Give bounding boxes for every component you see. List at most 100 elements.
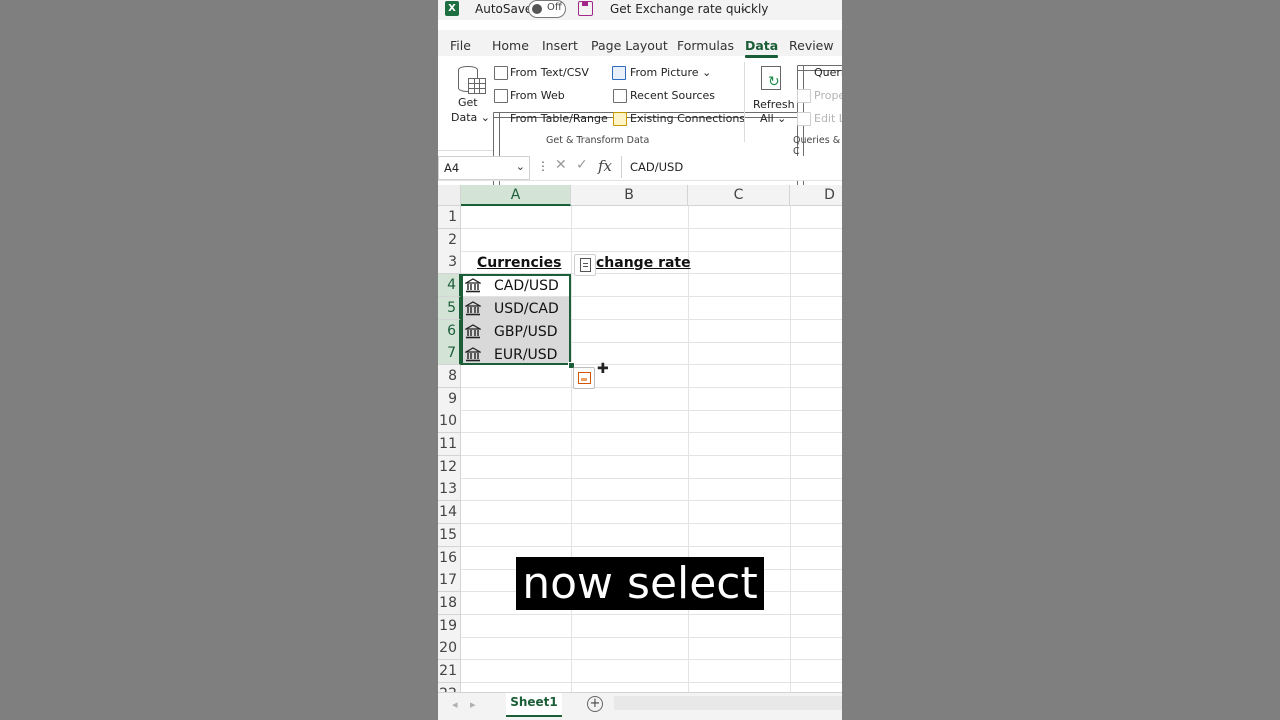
sheet-tab-bar: ◂ ▸ Sheet1 + xyxy=(438,692,842,720)
existing-connections-button[interactable]: Existing Connections xyxy=(630,112,745,125)
video-caption: now select xyxy=(516,557,764,610)
edit-links-icon xyxy=(797,112,811,126)
row-header[interactable]: 2 xyxy=(438,228,461,252)
row-header[interactable]: 13 xyxy=(438,478,461,502)
group-label-get-transform: Get & Transform Data xyxy=(546,135,650,146)
tab-data[interactable]: Data xyxy=(745,38,779,58)
row-gridline xyxy=(461,386,842,388)
queries-connections-button[interactable]: Queri xyxy=(814,66,842,79)
chevron-down-icon[interactable]: ⌄ xyxy=(516,160,525,173)
refresh-icon[interactable] xyxy=(761,66,781,90)
tab-insert[interactable]: Insert xyxy=(542,38,578,53)
properties-icon xyxy=(797,89,811,103)
row-header[interactable]: 1 xyxy=(438,206,461,229)
recent-sources-button[interactable]: Recent Sources xyxy=(630,89,715,102)
recent-sources-icon xyxy=(613,89,627,103)
column-header-a[interactable]: A xyxy=(461,185,571,206)
row-header[interactable]: 19 xyxy=(438,614,461,638)
prev-sheet-icon[interactable]: ◂ xyxy=(452,698,458,711)
cancel-icon[interactable]: ✕ xyxy=(555,157,567,173)
autosave-toggle[interactable]: Off xyxy=(528,0,566,18)
row-gridline xyxy=(461,477,842,479)
worksheet-grid[interactable]: A B C D 1 2 3 4 5 6 7 8 9 10 11 12 13 14 15 16 17 18 19 20 2… xyxy=(438,185,842,692)
row-header[interactable]: 12 xyxy=(438,455,461,479)
tab-page-layout[interactable]: Page Layout xyxy=(591,38,668,53)
row-header[interactable]: 15 xyxy=(438,523,461,547)
get-data-button[interactable]: Get xyxy=(458,96,478,109)
column-header-b[interactable]: B xyxy=(571,185,688,206)
add-sheet-icon[interactable]: + xyxy=(587,696,603,712)
row-header[interactable]: 17 xyxy=(438,569,461,593)
row-header[interactable]: 8 xyxy=(438,364,461,388)
existing-connections-icon xyxy=(613,112,627,126)
horizontal-scrollbar[interactable] xyxy=(614,696,842,710)
name-box[interactable]: A4 ⌄ xyxy=(438,156,530,180)
tab-review[interactable]: Review xyxy=(789,38,834,53)
formula-input[interactable]: CAD/USD xyxy=(621,156,842,178)
formula-bar: A4 ⌄ ⋮ ✕ ✓ fx CAD/USD xyxy=(438,156,842,181)
row-gridline xyxy=(461,659,842,661)
row-header[interactable]: 22 xyxy=(438,682,461,692)
get-data-dropdown[interactable]: Data ⌄ xyxy=(451,111,490,124)
tab-formulas[interactable]: Formulas xyxy=(677,38,734,53)
chevron-down-icon[interactable]: ⌄ xyxy=(739,1,748,14)
row-header[interactable]: 14 xyxy=(438,501,461,525)
cell-a3[interactable]: Currencies xyxy=(477,255,561,271)
row-header[interactable]: 18 xyxy=(438,591,461,615)
row-header[interactable]: 3 xyxy=(438,251,461,275)
sheet-tab-sheet1[interactable]: Sheet1 xyxy=(506,693,562,717)
enter-icon[interactable]: ✓ xyxy=(576,157,588,173)
row-header[interactable]: 6 xyxy=(438,319,461,343)
excel-window: X AutoSave Off Get Exchange rate quickly… xyxy=(438,0,842,720)
cell-b3[interactable]: change rate xyxy=(596,255,691,271)
row-header[interactable]: 9 xyxy=(438,387,461,411)
row-gridline xyxy=(461,250,842,252)
properties-button[interactable]: Prope xyxy=(814,89,842,102)
insert-function-icon[interactable]: fx xyxy=(598,157,612,175)
row-header[interactable]: 5 xyxy=(438,296,461,320)
row-gridline xyxy=(461,409,842,411)
ribbon-tabs: File Home Insert Page Layout Formulas Da… xyxy=(438,30,842,58)
cell-cursor-icon: ✚ xyxy=(597,361,609,377)
formula-value: CAD/USD xyxy=(630,160,684,174)
from-table-range-button[interactable]: From Table/Range xyxy=(510,112,608,125)
row-header[interactable]: 7 xyxy=(438,342,461,366)
ribbon-data: Get Data ⌄ From Text/CSV From Web From T… xyxy=(438,58,842,621)
row-gridline xyxy=(461,545,842,547)
edit-links-button[interactable]: Edit L xyxy=(814,112,842,125)
tab-home[interactable]: Home xyxy=(492,38,529,53)
next-sheet-icon[interactable]: ▸ xyxy=(470,698,476,711)
more-icon[interactable]: ⋮ xyxy=(537,159,549,173)
select-all-corner[interactable] xyxy=(438,185,461,206)
row-header[interactable]: 11 xyxy=(438,433,461,456)
from-picture-button[interactable]: From Picture ⌄ xyxy=(630,66,711,79)
picture-icon xyxy=(612,66,626,80)
row-header[interactable]: 16 xyxy=(438,546,461,570)
title-bar: X AutoSave Off Get Exchange rate quickly… xyxy=(438,0,842,20)
row-header[interactable]: 4 xyxy=(438,274,461,298)
selection-range-border xyxy=(461,274,571,365)
name-box-value: A4 xyxy=(444,161,460,175)
from-text-csv-button[interactable]: From Text/CSV xyxy=(510,66,589,79)
group-label-queries: Queries & C xyxy=(793,135,841,157)
row-header[interactable]: 20 xyxy=(438,637,461,661)
autosave-label: AutoSave xyxy=(475,2,533,16)
save-icon[interactable] xyxy=(578,1,593,16)
row-gridline xyxy=(461,636,842,638)
ribbon-separator xyxy=(744,62,745,142)
column-header-d[interactable]: D xyxy=(790,185,842,206)
row-header[interactable]: 21 xyxy=(438,660,461,683)
get-data-icon[interactable] xyxy=(458,66,486,94)
refresh-all-dropdown[interactable]: All ⌄ xyxy=(760,112,786,125)
row-gridline xyxy=(461,613,842,615)
refresh-all-button[interactable]: Refresh xyxy=(753,98,795,111)
tab-file[interactable]: File xyxy=(450,38,471,53)
from-web-button[interactable]: From Web xyxy=(510,89,565,102)
row-gridline xyxy=(461,432,842,434)
text-file-icon xyxy=(494,66,508,80)
excel-logo-icon: X xyxy=(445,1,459,16)
insert-data-icon[interactable] xyxy=(574,254,596,276)
quick-analysis-icon[interactable] xyxy=(573,367,595,389)
row-header[interactable]: 10 xyxy=(438,410,461,434)
column-header-c[interactable]: C xyxy=(688,185,790,206)
